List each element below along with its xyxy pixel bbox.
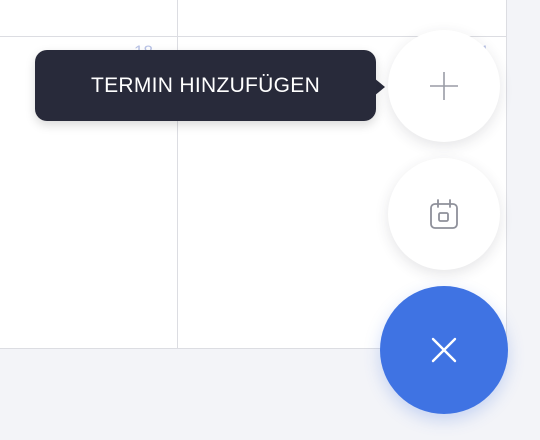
calendar-icon [430, 199, 458, 229]
tooltip-arrow [374, 78, 385, 96]
close-menu-button[interactable] [380, 286, 508, 414]
add-appointment-button[interactable] [388, 30, 500, 142]
calendar-view-button[interactable] [388, 158, 500, 270]
plus-icon [430, 72, 458, 100]
close-icon [431, 337, 457, 363]
add-appointment-tooltip: TERMIN HINZUFÜGEN [35, 50, 376, 121]
tooltip-label: TERMIN HINZUFÜGEN [90, 73, 321, 97]
